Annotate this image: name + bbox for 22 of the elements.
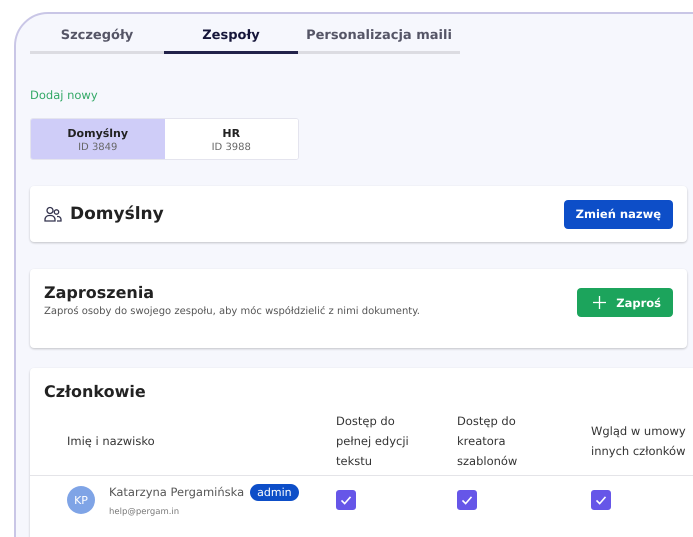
team-title: Domyślny <box>70 204 164 224</box>
column-header: Wgląd w umowy innych członków <box>591 423 687 460</box>
member-name: Katarzyna Pergamińska <box>109 485 244 499</box>
invitations-description: Zaproś osoby do swojego zespołu, aby móc współdzielić z nimi dokumenty. <box>44 306 420 317</box>
team-option[interactable]: Domyślny ID 3849 <box>31 119 164 159</box>
plus-icon <box>593 296 606 309</box>
tab[interactable]: Zespoły <box>164 28 298 54</box>
members-title: Członkowie <box>44 382 147 401</box>
permission-checkbox[interactable] <box>457 490 477 510</box>
tab[interactable]: Szczegóły <box>30 28 164 54</box>
avatar: KP <box>67 486 95 514</box>
tab[interactable]: Personalizacja maili <box>298 28 460 54</box>
column-header: Dostęp do pełnej edycji tekstu <box>336 413 410 470</box>
column-header: Imię i nazwisko <box>66 433 156 450</box>
invitations-title: Zaproszenia <box>44 283 156 302</box>
member-email: help@pergam.in <box>109 506 180 516</box>
permission-checkbox[interactable] <box>591 490 611 510</box>
column-header: Dostęp do kreatora szablonów <box>457 413 518 470</box>
users-icon <box>44 206 62 222</box>
rename-button[interactable]: Zmień nazwę <box>564 200 673 228</box>
role-badge: admin <box>250 484 299 500</box>
permission-checkbox[interactable] <box>336 490 356 510</box>
